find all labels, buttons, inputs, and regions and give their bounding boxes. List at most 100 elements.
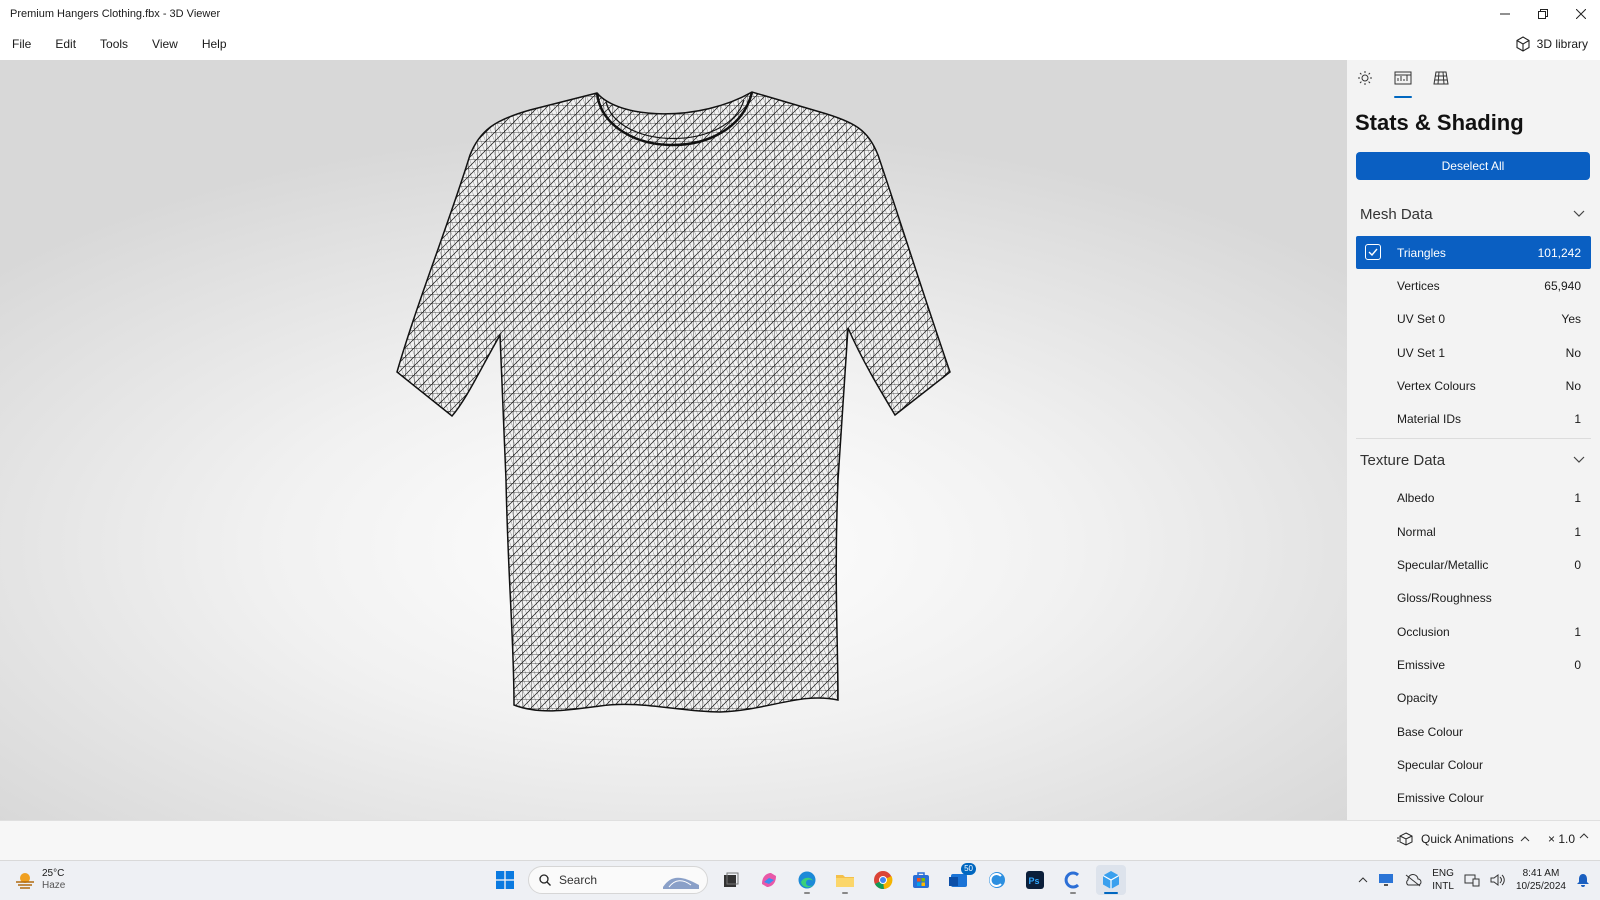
cloud-offline-icon[interactable] xyxy=(1404,873,1422,887)
volume-icon[interactable] xyxy=(1490,873,1506,887)
mesh-row-vertex-colours[interactable]: Vertex Colours No xyxy=(1356,369,1591,402)
row-label: Specular/Metallic xyxy=(1397,558,1489,573)
weather-description: Haze xyxy=(42,880,66,891)
playback-speed-value: × 1.0 xyxy=(1548,832,1576,846)
menu-tools[interactable]: Tools xyxy=(88,28,140,60)
mesh-data-header[interactable]: Mesh Data xyxy=(1356,192,1591,236)
close-button[interactable] xyxy=(1562,0,1600,28)
circle-app-icon xyxy=(989,872,1005,888)
row-value: No xyxy=(1565,345,1581,360)
texture-row-specular-colour[interactable]: Specular Colour xyxy=(1356,748,1591,781)
texture-row-occlusion[interactable]: Occlusion 1 xyxy=(1356,615,1591,648)
input-language[interactable]: ENG INTL xyxy=(1432,867,1454,893)
quick-animations-label: Quick Animations xyxy=(1421,832,1514,846)
running-indicator xyxy=(804,892,810,894)
windows-taskbar: 25°C Haze Search 50 Ps ENG INTL 8:41 AM … xyxy=(0,860,1600,900)
playback-speed-button[interactable]: × 1.0 xyxy=(1548,832,1589,846)
outlook-button[interactable]: 50 xyxy=(944,863,976,895)
store-button[interactable] xyxy=(906,865,936,895)
minimize-icon xyxy=(1500,13,1510,15)
network-icon[interactable] xyxy=(1464,873,1480,887)
row-value: 0 xyxy=(1574,558,1581,573)
texture-data-title: Texture Data xyxy=(1360,451,1446,469)
edge-button[interactable] xyxy=(792,865,822,895)
copilot-button[interactable] xyxy=(754,865,784,895)
keyboard-layout: INTL xyxy=(1432,881,1454,892)
minimize-button[interactable] xyxy=(1486,0,1524,28)
chevron-up-icon xyxy=(1579,833,1589,839)
row-value: 1 xyxy=(1574,624,1581,639)
texture-data-header[interactable]: Texture Data xyxy=(1356,437,1591,482)
folder-icon xyxy=(836,875,854,887)
task-view-icon xyxy=(724,872,739,887)
photoshop-icon: Ps xyxy=(1026,871,1044,889)
taskbar-search[interactable]: Search xyxy=(528,866,708,894)
weather-widget[interactable]: 25°C Haze xyxy=(14,868,65,892)
3d-library-button[interactable]: 3D library xyxy=(1515,28,1588,60)
row-label: Emissive xyxy=(1397,657,1446,672)
start-button[interactable] xyxy=(490,865,520,895)
svg-text:Ps: Ps xyxy=(1029,876,1040,886)
chrome-button[interactable] xyxy=(868,865,898,895)
photoshop-button[interactable]: Ps xyxy=(1020,865,1050,895)
row-label: UV Set 1 xyxy=(1397,345,1446,360)
row-value: 101,242 xyxy=(1537,245,1581,260)
texture-row-base-colour[interactable]: Base Colour xyxy=(1356,715,1591,748)
notification-bell-icon[interactable] xyxy=(1576,873,1590,887)
3d-viewport[interactable] xyxy=(0,60,1347,820)
row-value: No xyxy=(1565,378,1581,393)
deselect-all-button[interactable]: Deselect All xyxy=(1356,152,1590,180)
menu-edit[interactable]: Edit xyxy=(43,28,88,60)
mesh-row-material-ids[interactable]: Material IDs 1 xyxy=(1356,402,1591,435)
tshirt-wireframe-model[interactable] xyxy=(0,60,1347,820)
texture-row-gloss-roughness[interactable]: Gloss/Roughness xyxy=(1356,582,1591,615)
menu-view[interactable]: View xyxy=(140,28,190,60)
menu-file[interactable]: File xyxy=(0,28,43,60)
mesh-row-uv-set-0[interactable]: UV Set 0 Yes xyxy=(1356,303,1591,336)
menu-bar: File Edit Tools View Help 3D library xyxy=(0,28,1600,60)
chevron-up-icon[interactable] xyxy=(1358,877,1368,883)
stats-panel: Stats & Shading Deselect All Mesh Data T… xyxy=(1347,60,1600,820)
row-value: 0 xyxy=(1574,657,1581,672)
quick-animations-button[interactable]: Quick Animations xyxy=(1397,832,1530,846)
tab-grid[interactable] xyxy=(1432,70,1450,98)
row-value: 1 xyxy=(1574,412,1581,427)
clock-date: 10/25/2024 xyxy=(1515,881,1566,892)
file-explorer-button[interactable] xyxy=(830,865,860,895)
mesh-row-triangles[interactable]: Triangles 101,242 xyxy=(1356,236,1591,270)
title-bar: Premium Hangers Clothing.fbx - 3D Viewer xyxy=(0,0,1600,28)
window-title: Premium Hangers Clothing.fbx - 3D Viewer xyxy=(10,8,221,20)
grid-icon xyxy=(1433,71,1449,85)
texture-row-albedo[interactable]: Albedo 1 xyxy=(1356,482,1591,515)
cortana-app-button[interactable] xyxy=(982,865,1012,895)
restore-button[interactable] xyxy=(1524,0,1562,28)
3d-viewer-icon xyxy=(1102,871,1120,889)
row-label: UV Set 0 xyxy=(1397,312,1446,327)
row-label: Opacity xyxy=(1397,691,1438,706)
ccleaner-button[interactable] xyxy=(1058,865,1088,895)
checkbox-checked-icon[interactable] xyxy=(1365,244,1381,260)
stats-icon xyxy=(1394,71,1412,85)
copilot-icon xyxy=(762,873,776,887)
texture-row-emissive[interactable]: Emissive 0 xyxy=(1356,648,1591,681)
task-view-button[interactable] xyxy=(716,865,746,895)
mesh-row-uv-set-1[interactable]: UV Set 1 No xyxy=(1356,336,1591,369)
texture-row-emissive-colour[interactable]: Emissive Colour xyxy=(1356,781,1591,814)
monitor-app-icon[interactable] xyxy=(1378,873,1394,887)
tab-lighting[interactable] xyxy=(1356,70,1374,98)
system-tray: ENG INTL 8:41 AM 10/25/2024 xyxy=(1358,867,1590,893)
mesh-data-title: Mesh Data xyxy=(1360,205,1433,223)
tab-stats-shading[interactable] xyxy=(1394,70,1412,98)
texture-row-specular-metallic[interactable]: Specular/Metallic 0 xyxy=(1356,548,1591,581)
clock[interactable]: 8:41 AM 10/25/2024 xyxy=(1516,867,1566,893)
edge-icon xyxy=(798,871,816,889)
mesh-row-vertices[interactable]: Vertices 65,940 xyxy=(1356,269,1591,302)
sun-icon xyxy=(1358,71,1372,85)
texture-row-opacity[interactable]: Opacity xyxy=(1356,682,1591,715)
restore-icon xyxy=(1538,9,1548,19)
texture-row-normal[interactable]: Normal 1 xyxy=(1356,515,1591,548)
chevron-down-icon xyxy=(1573,210,1585,217)
menu-help[interactable]: Help xyxy=(190,28,239,60)
c-app-icon xyxy=(1064,871,1080,889)
3d-viewer-taskbar-button[interactable] xyxy=(1096,865,1126,895)
